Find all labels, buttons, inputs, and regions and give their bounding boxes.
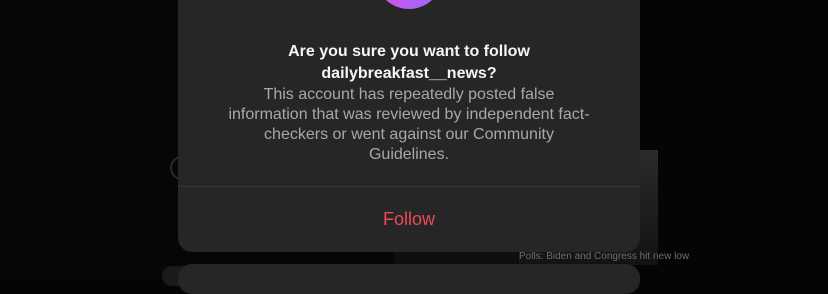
account-avatar [375,0,443,9]
background-caption: Polls: Biden and Congress hit new low [519,251,690,262]
background-right-column [640,0,828,275]
follow-button[interactable]: Follow [178,187,640,252]
follow-warning-dialog: Are you sure you want to follow dailybre… [178,0,640,252]
dialog-title-line2: dailybreakfast__news? [321,65,497,82]
dialog-message-line4: Guidelines. [368,146,450,163]
dialog-message-line2: information that was reviewed by indepen… [228,106,590,123]
dialog-title: Are you sure you want to follow dailybre… [178,41,640,85]
dialog-message-line1: This account has repeatedly posted false [263,86,555,103]
dialog-message: This account has repeatedly posted false… [198,85,620,165]
dialog-message-line3: checkers or went against our Community [264,126,554,143]
dialog-title-line1: Are you sure you want to follow [288,43,530,60]
background-card [178,264,640,294]
